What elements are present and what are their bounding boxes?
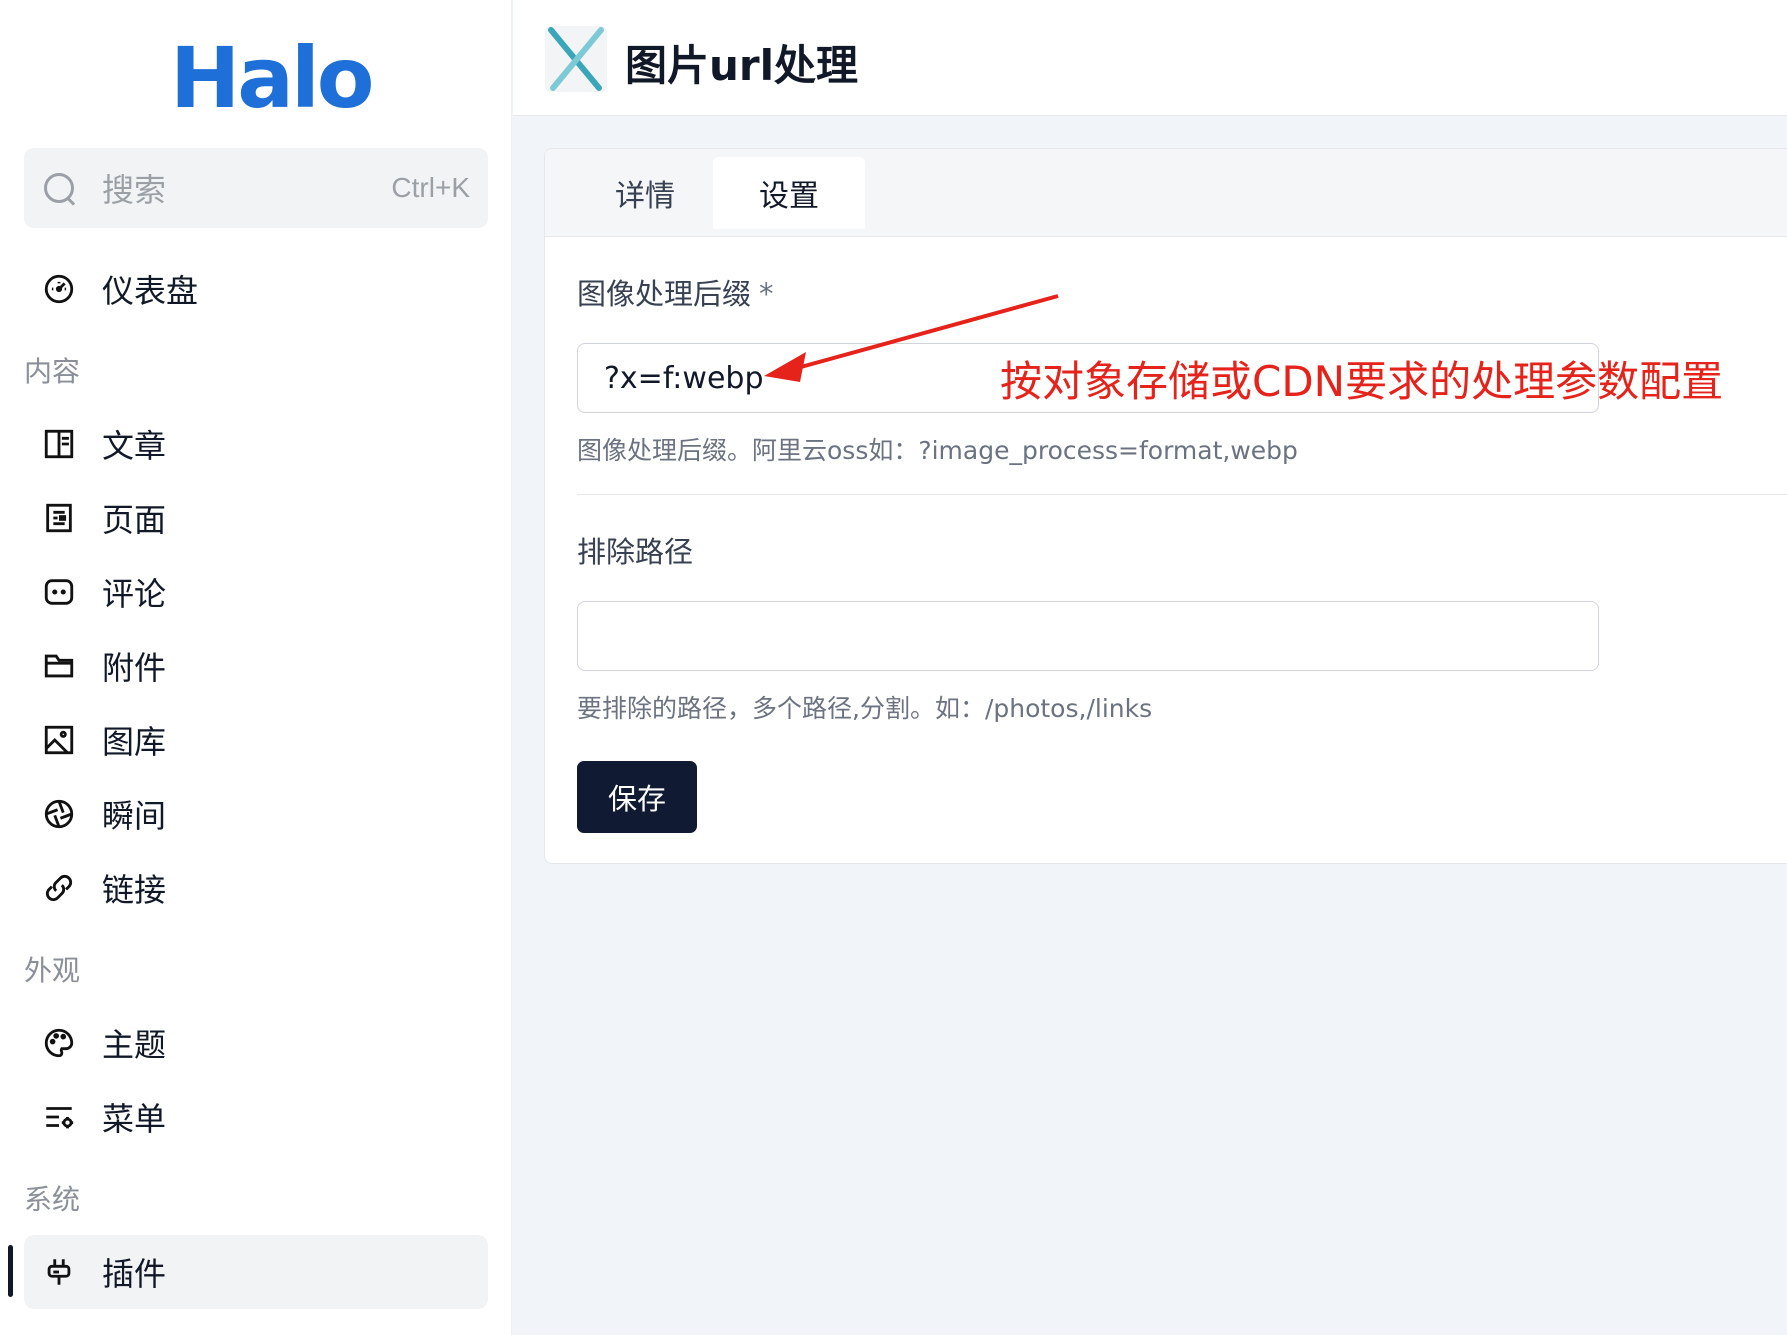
nav-label-attachments: 附件 xyxy=(102,649,167,687)
section-title-content: 内容 xyxy=(24,355,81,388)
menu-settings-icon xyxy=(42,1100,76,1134)
tab-bar: 详情 设置 xyxy=(545,149,1787,237)
tab-settings[interactable]: 设置 xyxy=(713,157,865,229)
annotation-text: 按对象存储或CDN要求的处理参数配置 xyxy=(1000,357,1724,406)
nav-label-dashboard: 仪表盘 xyxy=(102,272,199,310)
save-button[interactable]: 保存 xyxy=(577,761,697,833)
exclude-field-label: 排除路径 xyxy=(577,535,694,569)
plugin-logo-icon xyxy=(545,26,607,92)
nav-item-attachments[interactable]: 附件 xyxy=(24,629,488,703)
exclude-path-input[interactable] xyxy=(577,601,1599,671)
nav-item-dashboard[interactable]: 仪表盘 xyxy=(24,252,488,326)
settings-card: 详情 设置 图像处理后缀 * ?x=f:webp 图像处理后缀。阿里云oss如：?… xyxy=(544,148,1787,864)
nav-item-themes[interactable]: 主题 xyxy=(24,1006,488,1080)
nav-item-comments[interactable]: 评论 xyxy=(24,555,488,629)
exclude-help-text: 要排除的路径，多个路径,分割。如：/photos,/links xyxy=(577,694,1153,723)
page-header: 图片url处理 xyxy=(513,0,1787,116)
nav-item-menus[interactable]: 菜单 xyxy=(24,1080,488,1154)
nav-label-comments: 评论 xyxy=(102,575,167,613)
search-placeholder: 搜索 xyxy=(102,171,167,209)
comment-icon xyxy=(42,575,76,609)
plug-icon xyxy=(42,1255,76,1289)
required-mark: * xyxy=(759,277,774,311)
nav-label-posts: 文章 xyxy=(102,427,167,465)
suffix-label-text: 图像处理后缀 xyxy=(577,277,752,311)
field-divider xyxy=(577,494,1787,495)
nav-label-menus: 菜单 xyxy=(102,1100,167,1138)
nav-item-moments[interactable]: 瞬间 xyxy=(24,777,488,851)
aperture-icon xyxy=(42,797,76,831)
nav-label-links: 链接 xyxy=(102,871,167,909)
active-indicator xyxy=(8,1245,13,1297)
sidebar: Halo 搜索 Ctrl+K 仪表盘 内容 文章 页面 评论 附件 图库 瞬间 … xyxy=(0,0,512,1335)
nav-item-plugins[interactable]: 插件 xyxy=(24,1235,488,1309)
nav-item-posts[interactable]: 文章 xyxy=(24,407,488,481)
nav-label-moments: 瞬间 xyxy=(102,797,167,835)
post-icon xyxy=(42,427,76,461)
suffix-help-text: 图像处理后缀。阿里云oss如：?image_process=format,web… xyxy=(577,436,1298,465)
nav-label-plugins: 插件 xyxy=(102,1255,167,1293)
nav-item-pages[interactable]: 页面 xyxy=(24,481,488,555)
nav-label-gallery: 图库 xyxy=(102,723,167,761)
dashboard-icon xyxy=(42,272,76,306)
palette-icon xyxy=(42,1026,76,1060)
search-box[interactable]: 搜索 Ctrl+K xyxy=(24,148,488,228)
page-icon xyxy=(42,501,76,535)
section-title-system: 系统 xyxy=(24,1183,81,1216)
search-shortcut: Ctrl+K xyxy=(391,172,470,203)
suffix-input-value: ?x=f:webp xyxy=(604,360,764,396)
nav-item-gallery[interactable]: 图库 xyxy=(24,703,488,777)
folder-icon xyxy=(42,649,76,683)
link-icon xyxy=(42,871,76,905)
halo-logo[interactable]: Halo xyxy=(170,36,374,120)
nav-item-links[interactable]: 链接 xyxy=(24,851,488,925)
search-icon xyxy=(42,171,76,205)
page-title: 图片url处理 xyxy=(625,41,859,90)
tab-details[interactable]: 详情 xyxy=(569,157,721,229)
section-title-appearance: 外观 xyxy=(24,954,81,987)
nav-label-pages: 页面 xyxy=(102,501,167,539)
suffix-field-label: 图像处理后缀 * xyxy=(577,271,774,313)
image-icon xyxy=(42,723,76,757)
nav-label-themes: 主题 xyxy=(102,1026,167,1064)
